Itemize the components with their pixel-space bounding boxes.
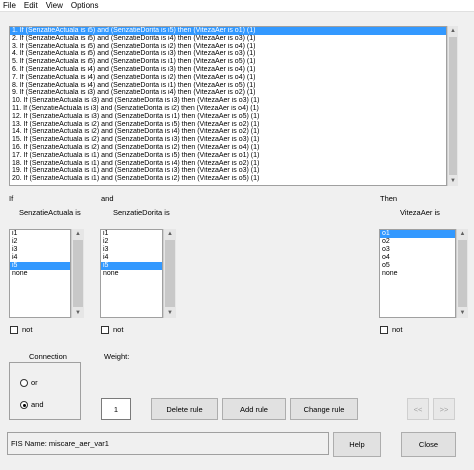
input2-option[interactable]: i1 (101, 230, 162, 238)
input1-option[interactable]: i3 (10, 246, 70, 254)
input2-not-checkbox[interactable]: not (101, 325, 123, 334)
input2-option[interactable]: i2 (101, 238, 162, 246)
scroll-up-arrow-icon[interactable]: ▲ (164, 229, 176, 239)
input1-option[interactable]: i2 (10, 238, 70, 246)
output-not-checkbox[interactable]: not (380, 325, 402, 334)
connection-label: Connection (27, 352, 69, 361)
output-option[interactable]: o4 (380, 254, 455, 262)
close-button[interactable]: Close (401, 432, 456, 457)
rule-item[interactable]: 4. If (SenzatieActuala is i5) and (Senza… (10, 50, 446, 58)
rule-item[interactable]: 18. If (SenzatieActuala is i1) and (Senz… (10, 160, 446, 168)
rules-scrollbar[interactable]: ▲ ▼ (447, 26, 458, 186)
previous-rule-button[interactable]: << (407, 398, 429, 420)
scroll-thumb[interactable] (165, 240, 175, 307)
rule-item[interactable]: 3. If (SenzatieActuala is i5) and (Senza… (10, 43, 446, 51)
help-button[interactable]: Help (333, 432, 381, 457)
output-option[interactable]: o3 (380, 246, 455, 254)
output-option[interactable]: none (380, 270, 455, 278)
input2-listbox[interactable]: i1 i2 i3 i4 i5 none (100, 229, 163, 318)
rule-item[interactable]: 9. If (SenzatieActuala is i3) and (Senza… (10, 89, 446, 97)
rule-item[interactable]: 15. If (SenzatieActuala is i2) and (Senz… (10, 136, 446, 144)
rule-item[interactable]: 19. If (SenzatieActuala is i1) and (Senz… (10, 167, 446, 175)
connection-and-radio[interactable]: and (20, 400, 44, 409)
connection-and-label: and (31, 400, 44, 409)
rule-item[interactable]: 1. If (SenzatieActuala is i5) and (Senza… (10, 27, 446, 35)
scroll-up-arrow-icon[interactable]: ▲ (448, 26, 458, 36)
connection-or-label: or (31, 378, 38, 387)
input1-not-label: not (22, 325, 33, 334)
input2-option[interactable]: none (101, 270, 162, 278)
and-label: and (101, 194, 114, 203)
input2-option[interactable]: i5 (101, 262, 162, 270)
scroll-down-arrow-icon[interactable]: ▼ (457, 308, 468, 318)
input1-option[interactable]: i1 (10, 230, 70, 238)
output-listbox[interactable]: o1 o2 o3 o4 o5 none (379, 229, 456, 318)
menu-edit[interactable]: Edit (20, 0, 42, 12)
change-rule-button[interactable]: Change rule (290, 398, 358, 420)
output-option[interactable]: o1 (380, 230, 455, 238)
output-option[interactable]: o2 (380, 238, 455, 246)
rule-item[interactable]: 7. If (SenzatieActuala is i4) and (Senza… (10, 74, 446, 82)
rule-item[interactable]: 16. If (SenzatieActuala is i2) and (Senz… (10, 144, 446, 152)
input2-name: SenzatieDorita is (113, 208, 170, 217)
weight-label: Weight: (104, 352, 130, 361)
scroll-thumb[interactable] (449, 37, 457, 175)
input1-not-checkbox[interactable]: not (10, 325, 32, 334)
rule-item[interactable]: 12. If (SenzatieActuala is i3) and (Senz… (10, 113, 446, 121)
rules-list[interactable]: 1. If (SenzatieActuala is i5) and (Senza… (9, 26, 447, 186)
delete-rule-button[interactable]: Delete rule (151, 398, 218, 420)
connection-group (9, 362, 81, 420)
scroll-down-arrow-icon[interactable]: ▼ (164, 308, 176, 318)
input1-listbox[interactable]: i1 i2 i3 i4 i5 none (9, 229, 71, 318)
next-rule-button[interactable]: >> (433, 398, 455, 420)
checkbox-box[interactable] (380, 325, 388, 334)
input2-option[interactable]: i3 (101, 246, 162, 254)
input2-scrollbar[interactable]: ▲ ▼ (163, 229, 176, 318)
radio-and-dot[interactable] (20, 400, 28, 409)
input1-option[interactable]: i4 (10, 254, 70, 262)
add-rule-button[interactable]: Add rule (222, 398, 286, 420)
fis-name-status: FIS Name: miscare_aer_var1 (7, 432, 329, 455)
scroll-thumb[interactable] (73, 240, 83, 307)
input1-name: SenzatieActuala is (19, 208, 81, 217)
scroll-up-arrow-icon[interactable]: ▲ (457, 229, 468, 239)
rule-item[interactable]: 10. If (SenzatieActuala is i3) and (Senz… (10, 97, 446, 105)
rule-item[interactable]: 20. If (SenzatieActuala is i1) and (Senz… (10, 175, 446, 183)
radio-or-dot[interactable] (20, 378, 28, 387)
menu-view[interactable]: View (42, 0, 67, 12)
rule-item[interactable]: 17. If (SenzatieActuala is i1) and (Senz… (10, 152, 446, 160)
menu-options[interactable]: Options (67, 0, 103, 12)
rule-item[interactable]: 6. If (SenzatieActuala is i4) and (Senza… (10, 66, 446, 74)
weight-input[interactable]: 1 (101, 398, 131, 420)
checkbox-box[interactable] (10, 325, 18, 334)
menu-file[interactable]: File (0, 0, 20, 12)
output-not-label: not (392, 325, 403, 334)
rule-item[interactable]: 13. If (SenzatieActuala is i2) and (Senz… (10, 121, 446, 129)
then-label: Then (380, 194, 398, 203)
input1-scrollbar[interactable]: ▲ ▼ (71, 229, 84, 318)
output-scrollbar[interactable]: ▲ ▼ (456, 229, 468, 318)
output-name: VitezaAer is (400, 208, 440, 217)
scroll-down-arrow-icon[interactable]: ▼ (448, 176, 458, 186)
output-option[interactable]: o5 (380, 262, 455, 270)
input1-option[interactable]: none (10, 270, 70, 278)
scroll-down-arrow-icon[interactable]: ▼ (72, 308, 84, 318)
rule-item[interactable]: 5. If (SenzatieActuala is i5) and (Senza… (10, 58, 446, 66)
scroll-thumb[interactable] (458, 240, 467, 307)
rule-item[interactable]: 14. If (SenzatieActuala is i2) and (Senz… (10, 128, 446, 136)
input2-option[interactable]: i4 (101, 254, 162, 262)
rule-item[interactable]: 2. If (SenzatieActuala is i5) and (Senza… (10, 35, 446, 43)
input2-not-label: not (113, 325, 124, 334)
rule-item[interactable]: 11. If (SenzatieActuala is i3) and (Senz… (10, 105, 446, 113)
scroll-up-arrow-icon[interactable]: ▲ (72, 229, 84, 239)
menu-bar: File Edit View Options (0, 0, 474, 12)
input1-option[interactable]: i5 (10, 262, 70, 270)
checkbox-box[interactable] (101, 325, 109, 334)
if-label: If (9, 194, 14, 203)
rule-item[interactable]: 8. If (SenzatieActuala is i4) and (Senza… (10, 82, 446, 90)
connection-or-radio[interactable]: or (20, 378, 38, 387)
